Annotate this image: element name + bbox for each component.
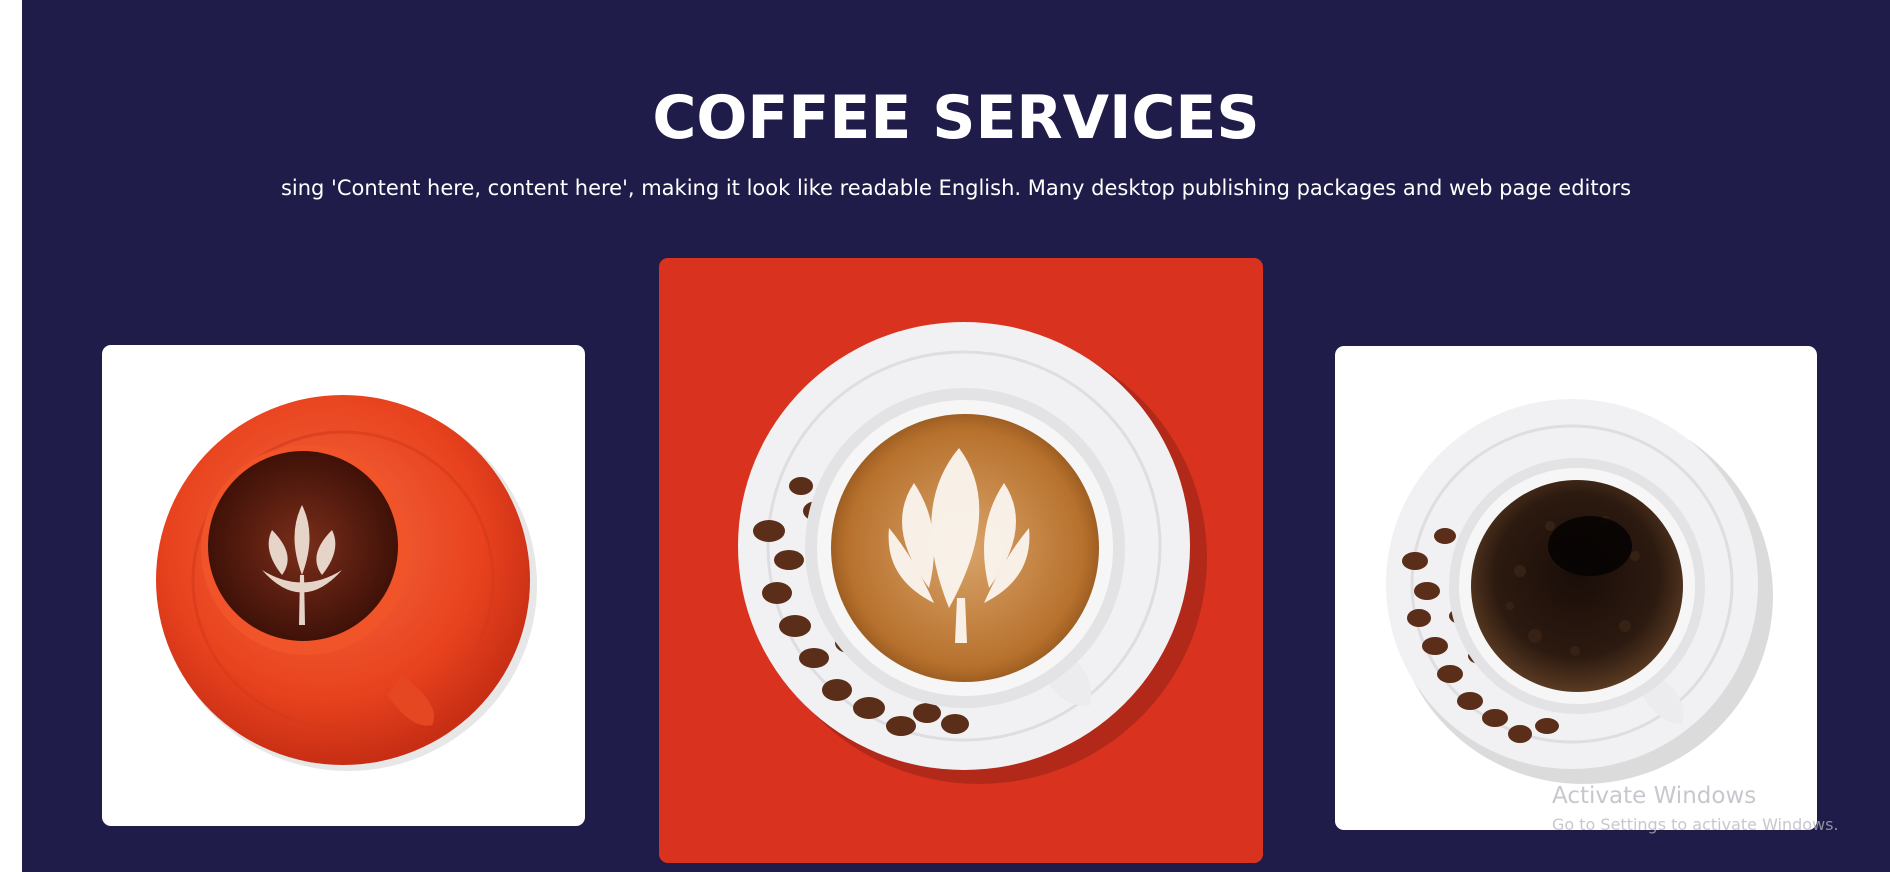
black-coffee-cup-image bbox=[1386, 399, 1773, 784]
section-heading: COFFEE SERVICES bbox=[652, 83, 1260, 153]
service-card-3[interactable] bbox=[1335, 346, 1817, 830]
latte-cup-image bbox=[156, 395, 537, 771]
service-card-2[interactable] bbox=[659, 258, 1263, 863]
activate-windows-watermark: Activate Windows Go to Settings to activ… bbox=[1552, 780, 1839, 836]
watermark-title: Activate Windows bbox=[1552, 783, 1757, 809]
watermark-subtitle: Go to Settings to activate Windows. bbox=[1552, 815, 1839, 834]
service-card-1[interactable] bbox=[102, 345, 585, 826]
section-subtitle: sing 'Content here, content here', makin… bbox=[280, 176, 1632, 200]
coffee-services-section: COFFEE SERVICES sing 'Content here, cont… bbox=[22, 0, 1890, 872]
cappuccino-cup-image bbox=[738, 322, 1207, 784]
